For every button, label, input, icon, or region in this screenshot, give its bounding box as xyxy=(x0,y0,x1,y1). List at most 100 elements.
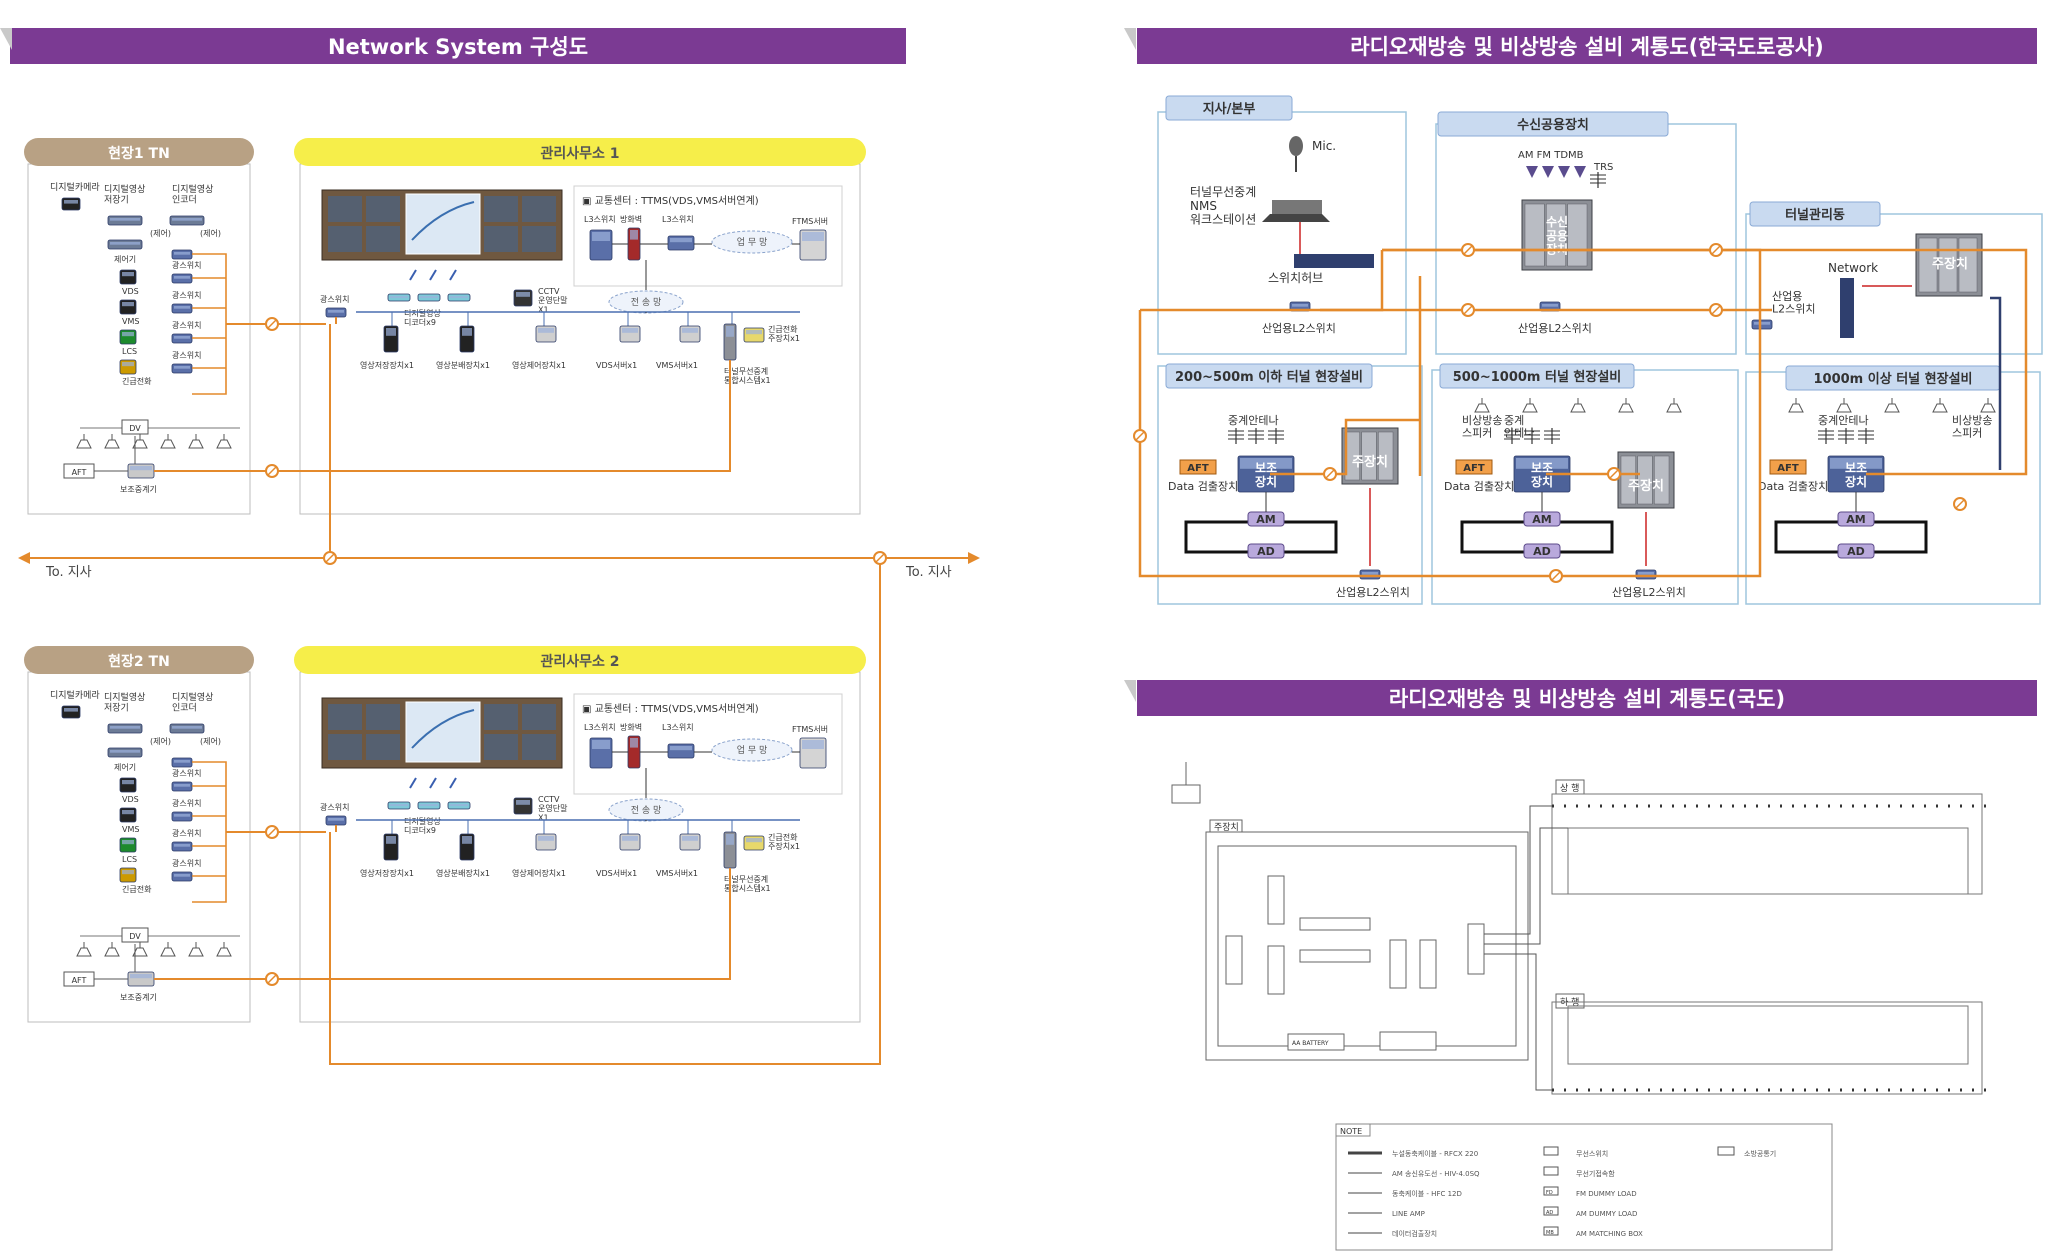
l2-switch-label: 산업용L2스위치 xyxy=(1262,322,1336,335)
wan-cloud: 업 무 망 xyxy=(711,230,793,254)
l3-switch-icon xyxy=(589,229,613,261)
device-label: 제어기 xyxy=(114,254,136,264)
device-highlight xyxy=(726,326,734,337)
decoder-icon xyxy=(447,293,471,302)
optic-switch-icon xyxy=(171,757,193,768)
network-column-icon xyxy=(1840,278,1854,338)
device-label: 광스위치 xyxy=(172,260,201,270)
feed-line xyxy=(1484,827,1568,945)
device-highlight xyxy=(110,242,140,245)
antenna-icon xyxy=(160,947,176,957)
device-label: VDS xyxy=(122,795,139,804)
device-label: 긴급전화 xyxy=(122,376,152,386)
device-highlight xyxy=(110,726,140,729)
speaker-label: 비상방송 스피커 xyxy=(1952,414,1992,440)
aft-label: AFT xyxy=(72,468,87,477)
device-highlight xyxy=(172,218,202,221)
aft-label: AFT xyxy=(1777,463,1799,474)
device-highlight xyxy=(110,218,140,221)
monitor-tile xyxy=(366,734,400,760)
optic-node-icon xyxy=(1709,303,1723,317)
device-highlight xyxy=(174,336,190,339)
device-highlight xyxy=(64,708,78,712)
device-highlight xyxy=(174,276,190,279)
device-label: 광스위치 xyxy=(172,350,201,360)
field-device-icon xyxy=(119,329,137,345)
optic-switch-icon xyxy=(171,303,193,314)
monitor-tile xyxy=(484,704,518,730)
optic-switch-icon xyxy=(171,781,193,792)
optic-switch-icon xyxy=(171,273,193,284)
device-highlight xyxy=(630,230,638,240)
device-label: 디지털영상 저장기 xyxy=(104,183,145,205)
l3-switch-icon xyxy=(667,235,695,251)
switch-hub-label: 스위치허브 xyxy=(1268,271,1323,285)
network-site-1: 현장1 TN 관리사무소 1 디지털카메라 디지털영상 저장기 디지털영상 인코더 (제어) (… xyxy=(24,138,866,515)
device-highlight xyxy=(802,232,824,241)
optic-node-icon xyxy=(1549,569,1563,583)
monitor-tile xyxy=(328,734,362,760)
module-box xyxy=(1299,949,1371,963)
device-highlight xyxy=(130,974,152,979)
office-device-icon xyxy=(459,833,475,861)
radio-rack-icon xyxy=(723,831,737,869)
emergency-phone-host-icon xyxy=(743,835,765,851)
device-highlight xyxy=(174,252,190,255)
device-label: 방화벽 xyxy=(620,722,642,732)
module-box xyxy=(1467,923,1485,975)
speaker-icon xyxy=(1836,398,1852,413)
field-device-icon xyxy=(119,837,137,853)
antenna-icon xyxy=(188,434,204,449)
speaker-icon xyxy=(1474,398,1490,413)
network-site-2: 현장2 TN 관리사무소 2 디지털카메라 디지털영상 저장기 디지털영상 인코더 (제어) (… xyxy=(24,646,866,1023)
device-highlight xyxy=(174,366,190,369)
device-highlight xyxy=(1292,304,1308,307)
module-box xyxy=(1389,939,1407,989)
mic-icon xyxy=(1289,136,1303,156)
office-device-icon xyxy=(679,833,701,851)
firewall-icon xyxy=(627,227,641,261)
device-label: L3스위치 xyxy=(662,215,694,224)
nms-workstation-icon xyxy=(1272,200,1322,214)
l2-switch-label: 산업용L2스위치 xyxy=(1772,290,1816,316)
wan-cloud: 업 무 망 xyxy=(711,738,793,762)
branch-frame xyxy=(1157,111,1407,355)
field-device-icon xyxy=(119,777,137,793)
field-device-icon xyxy=(119,807,137,823)
speaker-icon xyxy=(1570,403,1586,413)
device-highlight xyxy=(1754,322,1770,325)
recorder-icon xyxy=(107,723,143,734)
band-antenna-icon xyxy=(1558,166,1570,178)
legend-code: AD xyxy=(1546,1210,1553,1216)
device-highlight xyxy=(110,750,140,753)
optic-node-icon xyxy=(1461,303,1475,317)
rack-panel xyxy=(1524,203,1545,267)
monitor-tile xyxy=(366,226,400,252)
antenna-label: 중계안테나 xyxy=(1228,414,1279,427)
monitor-tile xyxy=(328,226,362,252)
relay-antenna-icon xyxy=(1858,428,1874,444)
device-highlight xyxy=(1362,572,1378,575)
monitor-tile xyxy=(522,226,556,252)
device-highlight xyxy=(386,836,396,844)
antenna-icon xyxy=(76,947,92,957)
device-label: VMS서버x1 xyxy=(656,360,698,370)
upper-label: 상 행 xyxy=(1560,782,1579,794)
office-tab-label: 관리사무소 2 xyxy=(540,653,619,670)
camera-icon xyxy=(61,705,81,719)
device-label: 디지털영상 디코더x9 xyxy=(404,308,441,327)
device-highlight xyxy=(386,328,396,336)
legend-label: 무선스위치 xyxy=(1576,1149,1608,1158)
upper-tunnel-frame xyxy=(1551,793,1983,895)
antenna-icon xyxy=(104,947,120,957)
aft-label: AFT xyxy=(72,976,87,985)
speaker-icon xyxy=(1788,403,1804,413)
device-label: CCTV 운영단말 X1 xyxy=(538,795,568,822)
decoder-icon xyxy=(387,801,411,810)
aft-label: AFT xyxy=(1463,463,1485,474)
am-label: AM xyxy=(1532,513,1551,526)
arrow-icon xyxy=(409,777,417,789)
device-highlight xyxy=(450,296,468,299)
arrow-right-icon xyxy=(968,552,980,564)
zone-tab-label: 1000m 이상 터널 현장설비 xyxy=(1814,371,1973,387)
